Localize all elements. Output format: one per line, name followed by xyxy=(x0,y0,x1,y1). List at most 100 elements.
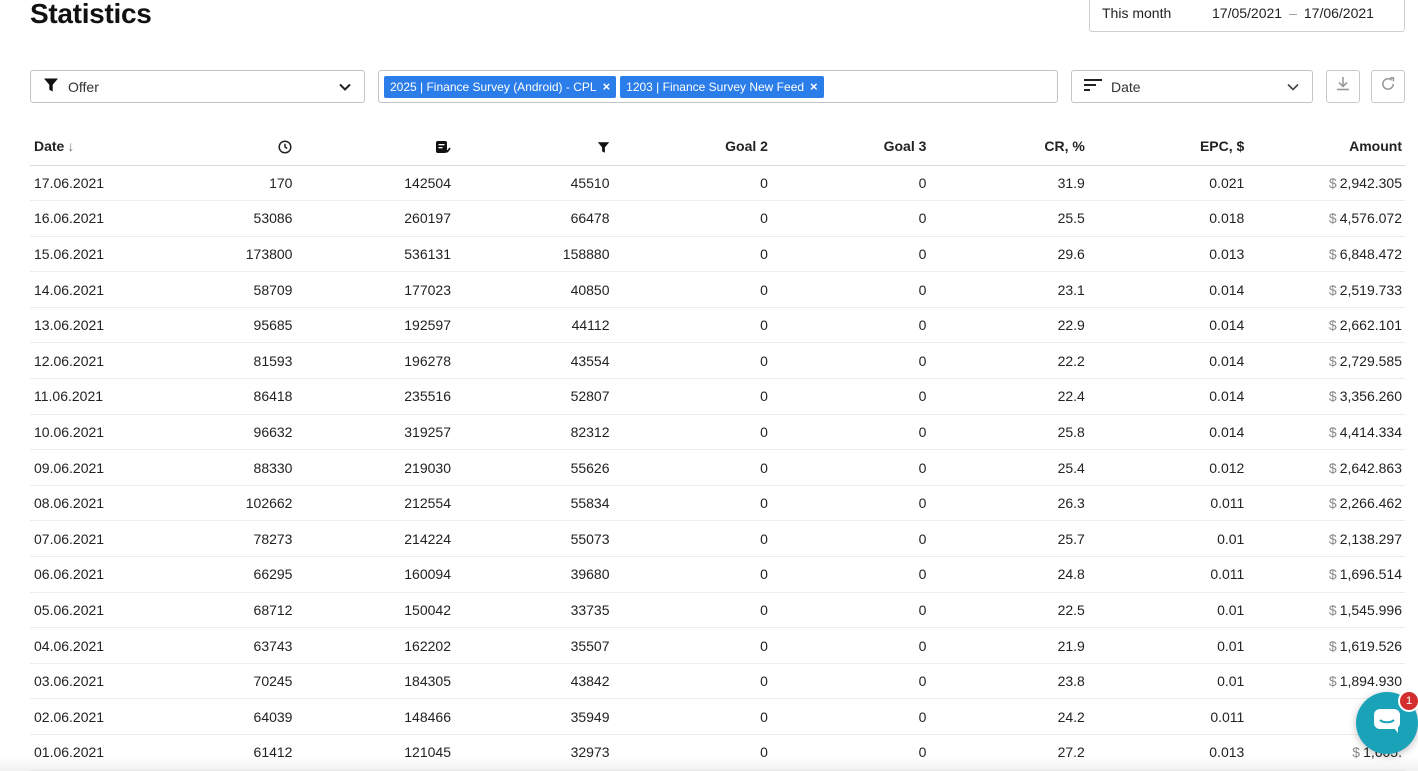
currency-symbol: $ xyxy=(1328,174,1337,191)
cell-cr: 24.8 xyxy=(929,556,1088,593)
refresh-button[interactable] xyxy=(1371,70,1405,103)
header-date[interactable]: Date ↓ xyxy=(30,128,108,166)
header-goal3[interactable]: Goal 3 xyxy=(770,128,930,166)
table-row: 17.06.2021 170 142504 45510 0 0 31.9 0.021 $2,94… xyxy=(30,165,1405,202)
header-clicks[interactable] xyxy=(107,128,296,166)
cell-conversions: 40850 xyxy=(453,271,613,308)
table-row: 04.06.2021 63743 162202 35507 0 0 21.9 0.01 $1,6… xyxy=(30,627,1405,664)
cell-epc: 0.01 xyxy=(1087,663,1248,700)
cell-impressions: 177023 xyxy=(295,271,454,308)
currency-symbol: $ xyxy=(1328,673,1337,690)
filter-bar: Offer 2025 | Finance Survey (Android) - … xyxy=(0,70,1418,104)
cell-goal2: 0 xyxy=(612,485,771,522)
currency-symbol: $ xyxy=(1328,423,1337,440)
date-range-picker[interactable]: This month 17/05/2021 – 17/06/2021 xyxy=(1089,0,1405,32)
amount-value: 1,696.514 xyxy=(1339,566,1402,583)
table-row: 05.06.2021 68712 150042 33735 0 0 22.5 0.01 $1,5… xyxy=(30,592,1405,629)
currency-symbol: $ xyxy=(1328,388,1337,405)
date-range-preset: This month xyxy=(1102,5,1172,21)
page-title: Statistics xyxy=(30,0,152,29)
table-row: 10.06.2021 96632 319257 82312 0 0 25.8 0.014 $4,… xyxy=(30,414,1405,451)
amount-value: 6,848.472 xyxy=(1339,245,1402,262)
cell-amount: $2,662.101 xyxy=(1247,307,1405,344)
cell-goal2: 0 xyxy=(612,520,771,558)
offer-tag: 1203 | Finance Survey New Feed × xyxy=(620,75,824,98)
cell-clicks: 58709 xyxy=(107,271,296,308)
cell-epc: 0.011 xyxy=(1087,485,1248,522)
cell-cr: 31.9 xyxy=(929,165,1088,202)
document-icon xyxy=(435,138,451,154)
cell-goal2: 0 xyxy=(612,200,771,237)
cell-conversions: 43554 xyxy=(453,342,613,380)
cell-epc: 0.013 xyxy=(1087,236,1248,273)
cell-amount: $4,576.072 xyxy=(1247,200,1405,237)
cell-conversions: 45510 xyxy=(453,165,613,202)
cell-cr: 23.8 xyxy=(929,663,1088,700)
remove-tag-icon[interactable]: × xyxy=(603,79,611,94)
cell-cr: 22.4 xyxy=(929,378,1088,415)
cell-epc: 0.01 xyxy=(1087,592,1248,629)
cell-cr: 25.4 xyxy=(929,449,1088,486)
cell-goal2: 0 xyxy=(612,271,771,308)
cell-cr: 25.8 xyxy=(929,414,1088,451)
cell-clicks: 170 xyxy=(107,165,296,202)
cell-goal3: 0 xyxy=(770,485,930,522)
cell-cr: 24.2 xyxy=(929,698,1088,735)
cell-epc: 0.014 xyxy=(1087,307,1248,344)
cell-goal3: 0 xyxy=(770,627,930,664)
cell-cr: 22.5 xyxy=(929,592,1088,629)
cell-goal2: 0 xyxy=(612,627,771,664)
cell-epc: 0.013 xyxy=(1087,734,1248,771)
cell-amount: $1,545.996 xyxy=(1247,592,1405,629)
cell-cr: 23.1 xyxy=(929,271,1088,308)
offer-tag-label: 2025 | Finance Survey (Android) - CPL xyxy=(390,79,597,94)
cell-goal2: 0 xyxy=(612,378,771,415)
cell-goal3: 0 xyxy=(770,200,930,237)
cell-cr: 25.5 xyxy=(929,200,1088,237)
header-cr[interactable]: CR, % xyxy=(929,128,1088,166)
download-icon xyxy=(1335,76,1351,97)
offer-tag: 2025 | Finance Survey (Android) - CPL × xyxy=(384,75,617,98)
cell-date: 08.06.2021 xyxy=(30,485,108,522)
selected-offers-input[interactable]: 2025 | Finance Survey (Android) - CPL × … xyxy=(378,70,1058,103)
header-epc[interactable]: EPC, $ xyxy=(1087,128,1248,166)
offer-select-label: Offer xyxy=(68,78,99,95)
cell-conversions: 39680 xyxy=(453,556,613,593)
table-row: 07.06.2021 78273 214224 55073 0 0 25.7 0.01 $2,1… xyxy=(30,520,1405,558)
table-row: 14.06.2021 58709 177023 40850 0 0 23.1 0.014 $2,… xyxy=(30,271,1405,308)
cell-goal2: 0 xyxy=(612,342,771,380)
cell-clicks: 78273 xyxy=(107,520,296,558)
header-conversions[interactable] xyxy=(453,128,613,166)
cell-epc: 0.014 xyxy=(1087,271,1248,308)
cell-goal2: 0 xyxy=(612,663,771,700)
cell-goal2: 0 xyxy=(612,449,771,486)
currency-symbol: $ xyxy=(1328,459,1337,476)
chat-notification-badge: 1 xyxy=(1398,690,1418,712)
filter-icon xyxy=(43,77,59,96)
clock-icon xyxy=(278,138,293,154)
cell-epc: 0.014 xyxy=(1087,378,1248,415)
remove-tag-icon[interactable]: × xyxy=(810,79,818,94)
cell-clicks: 96632 xyxy=(107,414,296,451)
offer-select[interactable]: Offer xyxy=(30,70,365,103)
cell-epc: 0.011 xyxy=(1087,698,1248,735)
download-button[interactable] xyxy=(1326,70,1360,103)
header-impressions[interactable] xyxy=(295,128,454,166)
amount-value: 1,619.526 xyxy=(1339,637,1402,654)
cell-date: 14.06.2021 xyxy=(30,271,108,308)
cell-conversions: 44112 xyxy=(453,307,613,344)
header-goal2[interactable]: Goal 2 xyxy=(612,128,771,166)
cell-impressions: 214224 xyxy=(295,520,454,558)
cell-goal3: 0 xyxy=(770,449,930,486)
cell-date: 10.06.2021 xyxy=(30,414,108,451)
date-to: 17/06/2021 xyxy=(1303,5,1374,21)
group-by-select[interactable]: Date xyxy=(1071,70,1313,103)
table-row: 13.06.2021 95685 192597 44112 0 0 22.9 0.014 $2,… xyxy=(30,307,1405,344)
amount-value: 1,894.930 xyxy=(1339,673,1402,690)
currency-symbol: $ xyxy=(1328,245,1337,262)
cell-conversions: 55626 xyxy=(453,449,613,486)
cell-goal2: 0 xyxy=(612,414,771,451)
filter-icon xyxy=(597,138,610,154)
header-amount[interactable]: Amount xyxy=(1247,128,1405,166)
cell-date: 05.06.2021 xyxy=(30,592,108,629)
